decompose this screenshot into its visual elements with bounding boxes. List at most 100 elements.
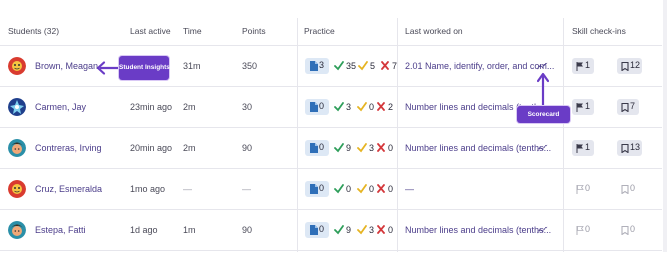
last-active: 20min ago	[130, 143, 173, 153]
scrollbar[interactable]	[663, 0, 667, 252]
assignment-icon	[310, 184, 318, 194]
scorecard-callout: Scorecard	[517, 106, 570, 123]
flag-chip[interactable]: 0	[572, 181, 594, 197]
last-worked-link[interactable]: Number lines and decimals (tenths...	[405, 143, 551, 153]
x-icon	[377, 102, 385, 111]
x-icon	[377, 143, 385, 152]
badge-chip[interactable]: 7	[617, 99, 639, 115]
time-value: 2m	[183, 102, 196, 112]
table-row[interactable]: Cruz, Esmeralda 1mo ago — — 0 0 0 0 — 0 …	[0, 169, 662, 210]
table-row[interactable]: Estepa, Fatti 1d ago 1m 90 0 9 3 0 Numbe…	[0, 210, 662, 251]
wrong-count: 0	[388, 143, 394, 153]
time-value: 31m	[183, 61, 201, 71]
points-value: 90	[242, 143, 253, 153]
last-worked-link[interactable]: Number lines and decimals (tenths...	[405, 225, 551, 235]
assigned-chip[interactable]: 0	[305, 140, 329, 156]
badge-count: 0	[630, 224, 636, 234]
badge-icon	[621, 62, 629, 71]
assigned-chip[interactable]: 0	[305, 99, 329, 115]
x-icon	[381, 61, 389, 70]
check-icon	[334, 61, 344, 71]
header-skill-checkins[interactable]: Skill check-ins	[572, 26, 626, 38]
flag-chip[interactable]: 1	[572, 140, 594, 156]
assigned-chip[interactable]: 0	[305, 222, 329, 238]
badge-chip[interactable]: 12	[617, 58, 642, 74]
wrong-count: 0	[388, 184, 394, 194]
assigned-count: 3	[319, 60, 325, 70]
avatar	[8, 180, 26, 198]
check-icon	[334, 184, 344, 194]
assigned-chip[interactable]: 0	[305, 181, 329, 197]
badge-chip[interactable]: 13	[617, 140, 642, 156]
partial-check-icon	[357, 184, 367, 194]
partial-check-icon	[357, 225, 367, 235]
partial-count: 3	[369, 225, 375, 235]
assigned-count: 0	[319, 101, 325, 111]
avatar	[8, 57, 26, 75]
wrong-count: 2	[388, 102, 394, 112]
last-active: 1d ago	[130, 225, 158, 235]
flag-icon	[576, 103, 583, 112]
badge-icon	[621, 185, 629, 194]
last-active: 1mo ago	[130, 184, 166, 194]
badge-chip[interactable]: 0	[617, 222, 639, 238]
trend-icon[interactable]	[537, 144, 548, 152]
wrong-count: 7	[392, 61, 398, 71]
badge-count: 7	[630, 101, 636, 111]
header-last-worked-on[interactable]: Last worked on	[405, 26, 463, 38]
flag-icon	[576, 144, 583, 153]
badge-icon	[621, 226, 629, 235]
flag-count: 0	[585, 224, 591, 234]
assigned-count: 0	[319, 142, 325, 152]
partial-count: 0	[369, 184, 375, 194]
badge-count: 0	[630, 183, 636, 193]
student-name[interactable]: Brown, Meagan	[35, 61, 98, 71]
badge-count: 12	[630, 60, 641, 70]
assignment-icon	[310, 61, 318, 71]
correct-count: 3	[346, 102, 352, 112]
assigned-count: 0	[319, 183, 325, 193]
flag-count: 0	[585, 183, 591, 193]
points-value: —	[242, 184, 251, 194]
header-students[interactable]: Students (32)	[8, 26, 59, 38]
header-points[interactable]: Points	[242, 26, 266, 38]
trend-icon[interactable]	[537, 62, 548, 70]
flag-count: 1	[585, 101, 591, 111]
student-name[interactable]: Carmen, Jay	[35, 102, 86, 112]
correct-count: 9	[346, 143, 352, 153]
correct-count: 35	[346, 61, 357, 71]
header-practice[interactable]: Practice	[304, 26, 335, 38]
header-time[interactable]: Time	[183, 26, 202, 38]
student-name[interactable]: Estepa, Fatti	[35, 225, 86, 235]
flag-chip[interactable]: 1	[572, 99, 594, 115]
time-value: —	[183, 184, 192, 194]
last-worked-link[interactable]: 2.01 Name, identify, order, and com...	[405, 61, 554, 71]
student-insights-callout: Student Insights	[119, 56, 170, 80]
time-value: 2m	[183, 143, 196, 153]
badge-count: 13	[630, 142, 641, 152]
student-name[interactable]: Cruz, Esmeralda	[35, 184, 102, 194]
partial-count: 0	[369, 102, 375, 112]
assigned-chip[interactable]: 3	[305, 58, 329, 74]
check-icon	[334, 102, 344, 112]
badge-chip[interactable]: 0	[617, 181, 639, 197]
header-last-active[interactable]: Last active	[130, 26, 171, 38]
partial-check-icon	[357, 102, 367, 112]
flag-chip[interactable]: 0	[572, 222, 594, 238]
flag-icon	[576, 62, 583, 71]
badge-icon	[621, 103, 629, 112]
flag-chip[interactable]: 1	[572, 58, 594, 74]
wrong-count: 0	[388, 225, 394, 235]
x-icon	[377, 184, 385, 193]
flag-icon	[576, 226, 584, 235]
table-row[interactable]: Contreras, Irving 20min ago 2m 90 0 9 3 …	[0, 128, 662, 169]
badge-icon	[621, 144, 629, 153]
points-value: 350	[242, 61, 258, 71]
trend-icon[interactable]	[537, 226, 548, 234]
assignment-icon	[310, 225, 318, 235]
partial-count: 5	[370, 61, 376, 71]
student-name[interactable]: Contreras, Irving	[35, 143, 102, 153]
student-insights-arrow	[96, 61, 119, 75]
assigned-count: 0	[319, 224, 325, 234]
correct-count: 9	[346, 225, 352, 235]
